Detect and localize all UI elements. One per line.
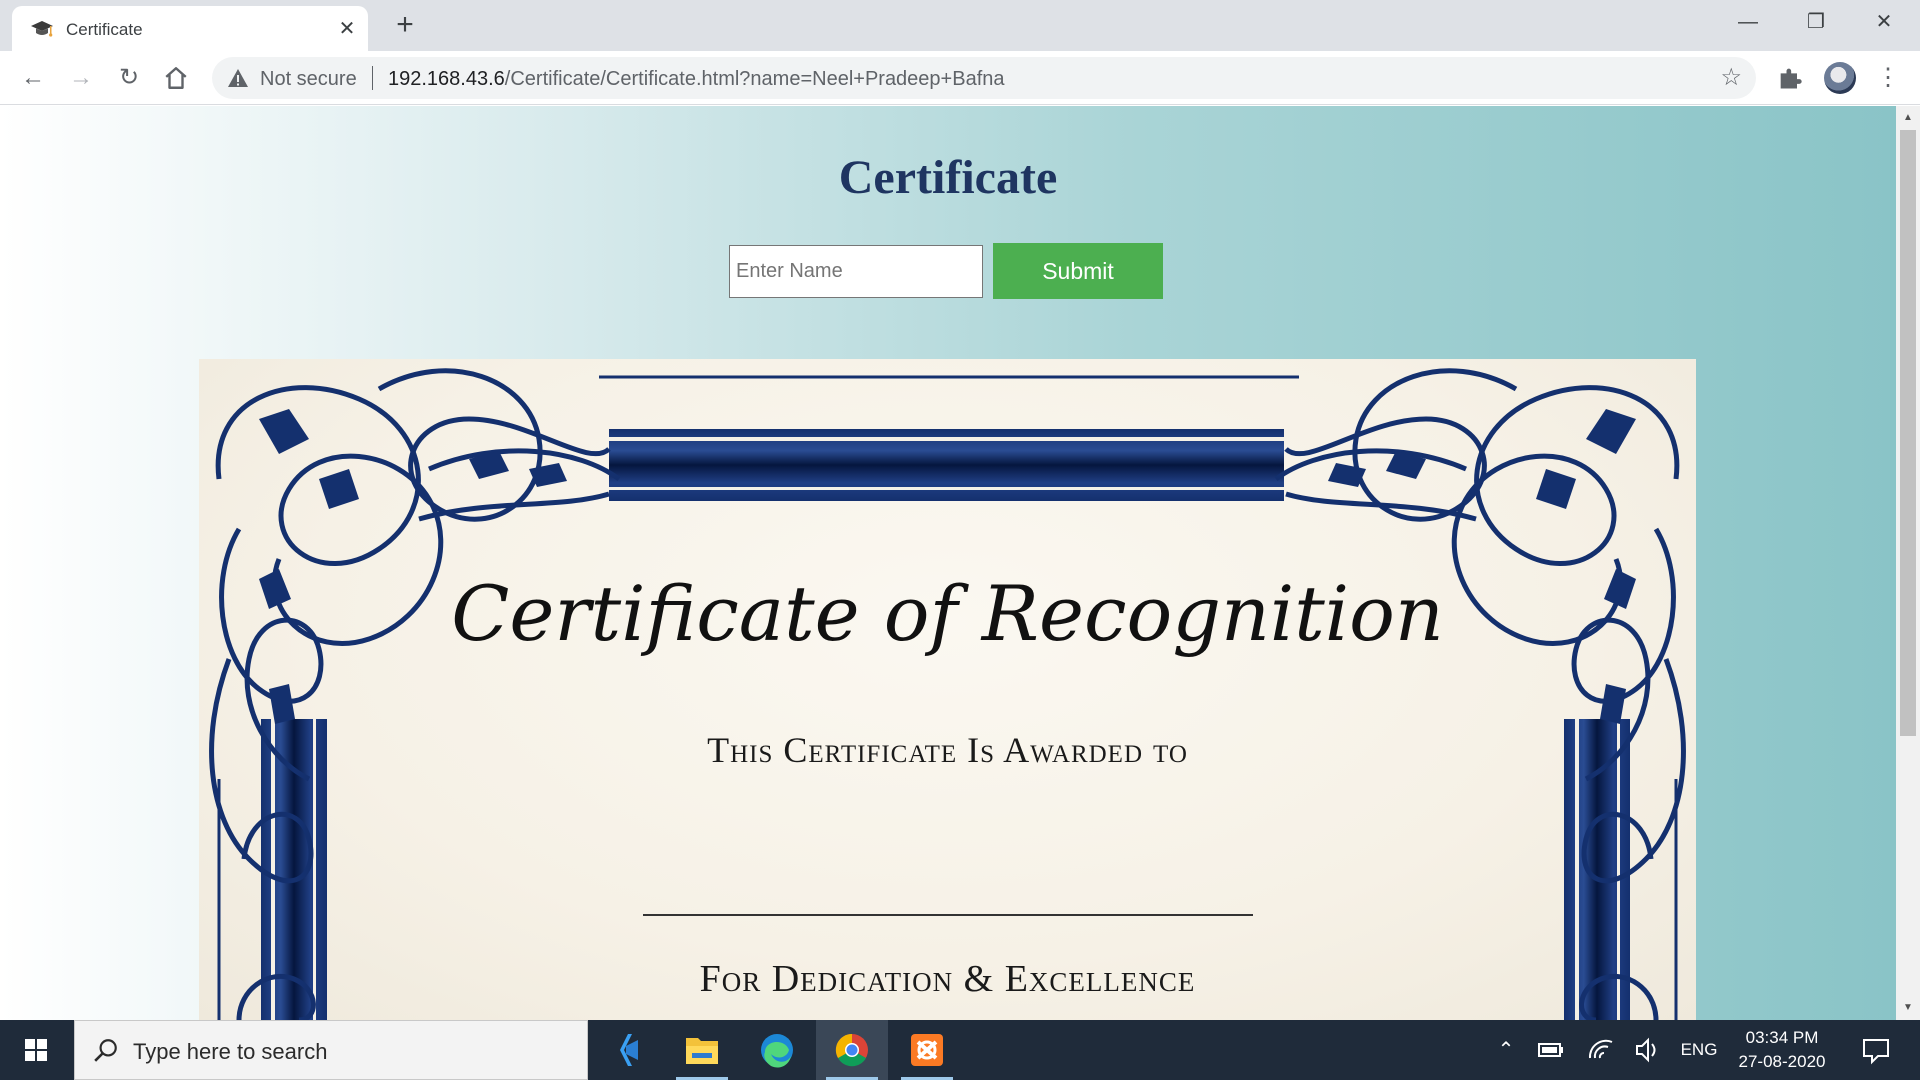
url-text[interactable]: 192.168.43.6/Certificate/Certificate.htm… bbox=[388, 68, 1005, 91]
back-icon[interactable]: ← bbox=[18, 63, 48, 93]
name-input[interactable] bbox=[729, 245, 983, 298]
browser-toolbar: ← → ↻ Not secure 192.168.43.6/Certificat… bbox=[0, 51, 1920, 105]
clock-time: 03:34 PM bbox=[1745, 1028, 1819, 1047]
graduation-cap-icon bbox=[31, 21, 53, 37]
recipient-name-line bbox=[643, 914, 1253, 916]
page-title: Certificate bbox=[838, 151, 1058, 204]
scroll-down-arrow-icon[interactable]: ▼ bbox=[1896, 998, 1920, 1018]
profile-avatar[interactable] bbox=[1824, 62, 1856, 94]
url-host: 192.168.43.6 bbox=[388, 68, 505, 90]
chevron-up-icon[interactable]: ⌃ bbox=[1488, 1020, 1524, 1080]
scrollbar-thumb[interactable] bbox=[1900, 130, 1916, 736]
vertical-scrollbar[interactable]: ▲ ▼ bbox=[1896, 106, 1920, 1020]
certificate-card: Certificate of Recognition This Certific… bbox=[199, 359, 1696, 1020]
vscode-icon[interactable] bbox=[592, 1020, 664, 1080]
forward-icon[interactable]: → bbox=[66, 63, 96, 93]
reload-icon[interactable]: ↻ bbox=[114, 63, 144, 93]
windows-taskbar: Type here to search ⌃ ENG 03:34 PM 27-08… bbox=[0, 1020, 1920, 1080]
warning-icon[interactable] bbox=[226, 66, 250, 90]
menu-dots-icon[interactable]: ⋮ bbox=[1876, 63, 1900, 93]
system-clock[interactable]: 03:34 PM 27-08-2020 bbox=[1726, 1026, 1838, 1074]
windows-start-icon[interactable] bbox=[0, 1020, 72, 1080]
new-tab-button[interactable]: + bbox=[388, 10, 422, 40]
page-viewport: Certificate Submit bbox=[0, 106, 1896, 1020]
certificate-title: Certificate of Recognition bbox=[451, 569, 1444, 658]
bookmark-star-icon[interactable]: ☆ bbox=[1720, 63, 1742, 92]
certificate-border bbox=[209, 368, 1686, 1020]
tab-certificate[interactable]: Certificate ✕ bbox=[12, 6, 368, 51]
clock-date: 27-08-2020 bbox=[1738, 1052, 1826, 1071]
security-status[interactable]: Not secure bbox=[260, 68, 357, 91]
language-indicator[interactable]: ENG bbox=[1674, 1020, 1724, 1080]
taskbar-search[interactable]: Type here to search bbox=[74, 1020, 588, 1080]
chrome-icon[interactable] bbox=[816, 1020, 888, 1080]
submit-button[interactable]: Submit bbox=[993, 243, 1163, 299]
close-window-button[interactable]: ✕ bbox=[1850, 0, 1918, 44]
extensions-puzzle-icon[interactable] bbox=[1776, 64, 1804, 92]
battery-icon[interactable] bbox=[1536, 1020, 1566, 1080]
search-icon bbox=[94, 1039, 117, 1062]
minimize-button[interactable]: — bbox=[1714, 0, 1782, 44]
url-divider bbox=[372, 66, 373, 90]
xampp-icon[interactable] bbox=[891, 1020, 963, 1080]
search-placeholder: Type here to search bbox=[133, 1039, 328, 1064]
tab-strip: Certificate ✕ + — ❐ ✕ bbox=[0, 0, 1920, 51]
url-path: /Certificate/Certificate.html?name=Neel+… bbox=[504, 68, 1005, 90]
volume-icon[interactable] bbox=[1632, 1020, 1662, 1080]
tab-title: Certificate bbox=[66, 20, 143, 39]
home-icon[interactable] bbox=[163, 65, 189, 91]
restore-button[interactable]: ❐ bbox=[1782, 0, 1850, 44]
address-bar[interactable]: Not secure 192.168.43.6/Certificate/Cert… bbox=[212, 57, 1756, 99]
wifi-icon[interactable] bbox=[1586, 1020, 1616, 1080]
certificate-footer: For Dedication & Excellence bbox=[699, 958, 1196, 1000]
close-tab-icon[interactable]: ✕ bbox=[334, 16, 360, 42]
scroll-up-arrow-icon[interactable]: ▲ bbox=[1896, 108, 1920, 128]
file-explorer-icon[interactable] bbox=[666, 1020, 738, 1080]
certificate-subtitle: This Certificate Is Awarded to bbox=[707, 730, 1188, 770]
notification-center-icon[interactable] bbox=[1856, 1020, 1896, 1080]
edge-icon[interactable] bbox=[741, 1020, 813, 1080]
